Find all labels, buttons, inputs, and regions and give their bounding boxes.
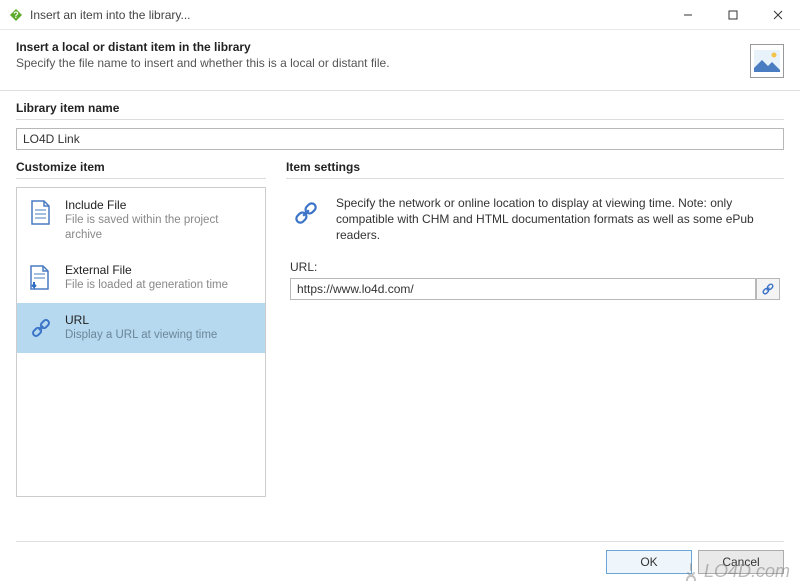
settings-panel: Item settings Specify the network or onl… bbox=[286, 160, 784, 540]
list-item-desc: File is loaded at generation time bbox=[65, 278, 228, 293]
library-name-label: Library item name bbox=[16, 101, 784, 120]
customize-listbox: Include File File is saved within the pr… bbox=[16, 187, 266, 497]
customize-label: Customize item bbox=[16, 160, 266, 179]
minimize-button[interactable] bbox=[665, 0, 710, 29]
cancel-button[interactable]: Cancel bbox=[698, 550, 784, 574]
settings-description: Specify the network or online location t… bbox=[336, 195, 784, 244]
window-title: Insert an item into the library... bbox=[30, 8, 665, 22]
list-item-desc: File is saved within the project archive bbox=[65, 213, 255, 243]
link-icon bbox=[290, 197, 322, 229]
library-name-input[interactable] bbox=[16, 128, 784, 150]
list-item-external-file[interactable]: External File File is loaded at generati… bbox=[17, 253, 265, 303]
titlebar: ? Insert an item into the library... bbox=[0, 0, 800, 30]
library-name-section: Library item name bbox=[0, 91, 800, 150]
image-icon bbox=[750, 44, 784, 78]
list-item-url[interactable]: URL Display a URL at viewing time bbox=[17, 303, 265, 353]
dialog-header: Insert a local or distant item in the li… bbox=[0, 30, 800, 91]
divider bbox=[16, 541, 784, 542]
file-icon bbox=[27, 200, 55, 228]
dialog-buttons: OK Cancel bbox=[606, 550, 784, 574]
settings-label: Item settings bbox=[286, 160, 784, 179]
dialog-subtitle: Specify the file name to insert and whet… bbox=[16, 56, 750, 70]
url-label: URL: bbox=[290, 260, 784, 274]
list-item-desc: Display a URL at viewing time bbox=[65, 328, 217, 343]
link-icon bbox=[27, 315, 55, 343]
url-browse-button[interactable] bbox=[756, 278, 780, 300]
dialog-title: Insert a local or distant item in the li… bbox=[16, 40, 750, 54]
list-item-title: Include File bbox=[65, 198, 255, 212]
app-icon: ? bbox=[8, 7, 24, 23]
ok-button[interactable]: OK bbox=[606, 550, 692, 574]
list-item-title: URL bbox=[65, 313, 217, 327]
svg-text:?: ? bbox=[13, 10, 19, 20]
list-item-include-file[interactable]: Include File File is saved within the pr… bbox=[17, 188, 265, 253]
close-button[interactable] bbox=[755, 0, 800, 29]
maximize-button[interactable] bbox=[710, 0, 755, 29]
window-controls bbox=[665, 0, 800, 29]
url-input[interactable] bbox=[290, 278, 756, 300]
customize-panel: Customize item Include File File is save… bbox=[16, 160, 266, 540]
file-download-icon bbox=[27, 265, 55, 293]
list-item-title: External File bbox=[65, 263, 228, 277]
